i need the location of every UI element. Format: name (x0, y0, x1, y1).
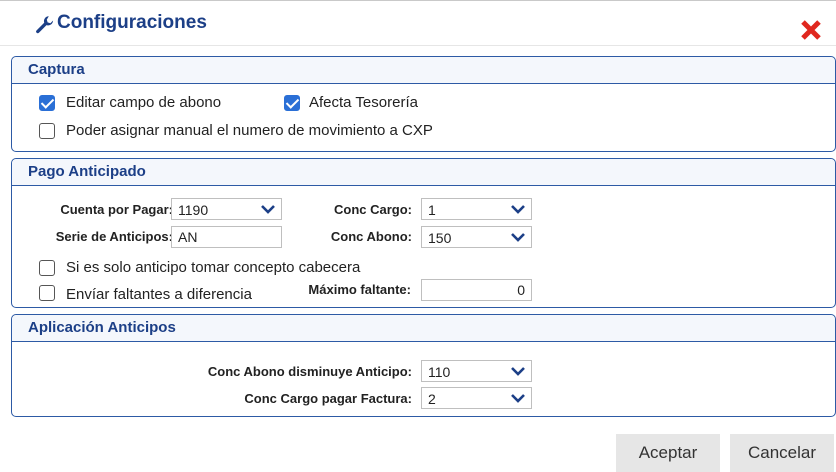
conc-abono-value: 150 (428, 230, 452, 246)
chevron-down-icon (511, 394, 525, 403)
maximo-faltante-label: Máximo faltante: (308, 282, 411, 297)
enviar-faltantes-label: Envíar faltantes a diferencia (66, 286, 252, 303)
serie-anticipos-input[interactable] (171, 226, 282, 248)
conc-cargo-label: Conc Cargo: (334, 202, 412, 217)
config-dialog: Configuraciones Captura Editar campo de … (0, 0, 836, 472)
section-pago-title: Pago Anticipado (28, 163, 146, 180)
conc-cargo-pagar-value: 2 (428, 391, 436, 407)
chevron-down-icon (511, 367, 525, 376)
cuenta-por-pagar-select[interactable]: 1190 (171, 198, 282, 220)
conc-cargo-pagar-label: Conc Cargo pagar Factura: (244, 391, 412, 406)
serie-anticipos-label: Serie de Anticipos: (55, 229, 173, 244)
chevron-down-icon (511, 205, 525, 214)
afecta-tesoreria-checkbox[interactable] (284, 95, 300, 111)
chevron-down-icon (261, 205, 275, 214)
solo-anticipo-label: Si es solo anticipo tomar concepto cabec… (66, 259, 361, 276)
conc-abono-disminuye-select[interactable]: 110 (421, 360, 532, 382)
conc-cargo-value: 1 (428, 202, 436, 218)
solo-anticipo-checkbox[interactable] (39, 260, 55, 276)
cancel-button[interactable]: Cancelar (730, 434, 834, 472)
section-captura: Captura Editar campo de abono Afecta Tes… (11, 56, 836, 152)
close-icon[interactable] (800, 19, 822, 41)
enviar-faltantes-checkbox[interactable] (39, 285, 55, 301)
editar-campo-label: Editar campo de abono (66, 94, 222, 111)
cuenta-por-pagar-value: 1190 (178, 202, 209, 218)
conc-abono-label: Conc Abono: (330, 229, 412, 244)
cuenta-por-pagar-label: Cuenta por Pagar: (60, 202, 173, 217)
section-aplicacion-header: Aplicación Anticipos (12, 315, 835, 342)
poder-asignar-checkbox[interactable] (39, 123, 55, 139)
conc-abono-disminuye-value: 110 (428, 364, 451, 380)
section-captura-title: Captura (28, 61, 85, 78)
dialog-title-bar: Configuraciones (0, 1, 836, 46)
poder-asignar-label: Poder asignar manual el numero de movimi… (66, 122, 433, 139)
conc-abono-select[interactable]: 150 (421, 226, 532, 248)
section-pago-header: Pago Anticipado (12, 159, 835, 186)
section-aplicacion-anticipos: Aplicación Anticipos Conc Abono disminuy… (11, 314, 836, 417)
conc-cargo-pagar-select[interactable]: 2 (421, 387, 532, 409)
chevron-down-icon (511, 233, 525, 242)
afecta-tesoreria-label: Afecta Tesorería (309, 94, 418, 111)
accept-button[interactable]: Aceptar (616, 434, 720, 472)
conc-abono-disminuye-label: Conc Abono disminuye Anticipo: (207, 364, 412, 379)
section-aplicacion-title: Aplicación Anticipos (28, 319, 176, 336)
section-captura-header: Captura (12, 57, 835, 84)
wrench-icon (36, 16, 54, 34)
conc-cargo-select[interactable]: 1 (421, 198, 532, 220)
editar-campo-checkbox[interactable] (39, 95, 55, 111)
section-pago-anticipado: Pago Anticipado Cuenta por Pagar: 1190 S… (11, 158, 836, 308)
maximo-faltante-input[interactable] (421, 279, 532, 301)
dialog-title: Configuraciones (57, 12, 207, 33)
